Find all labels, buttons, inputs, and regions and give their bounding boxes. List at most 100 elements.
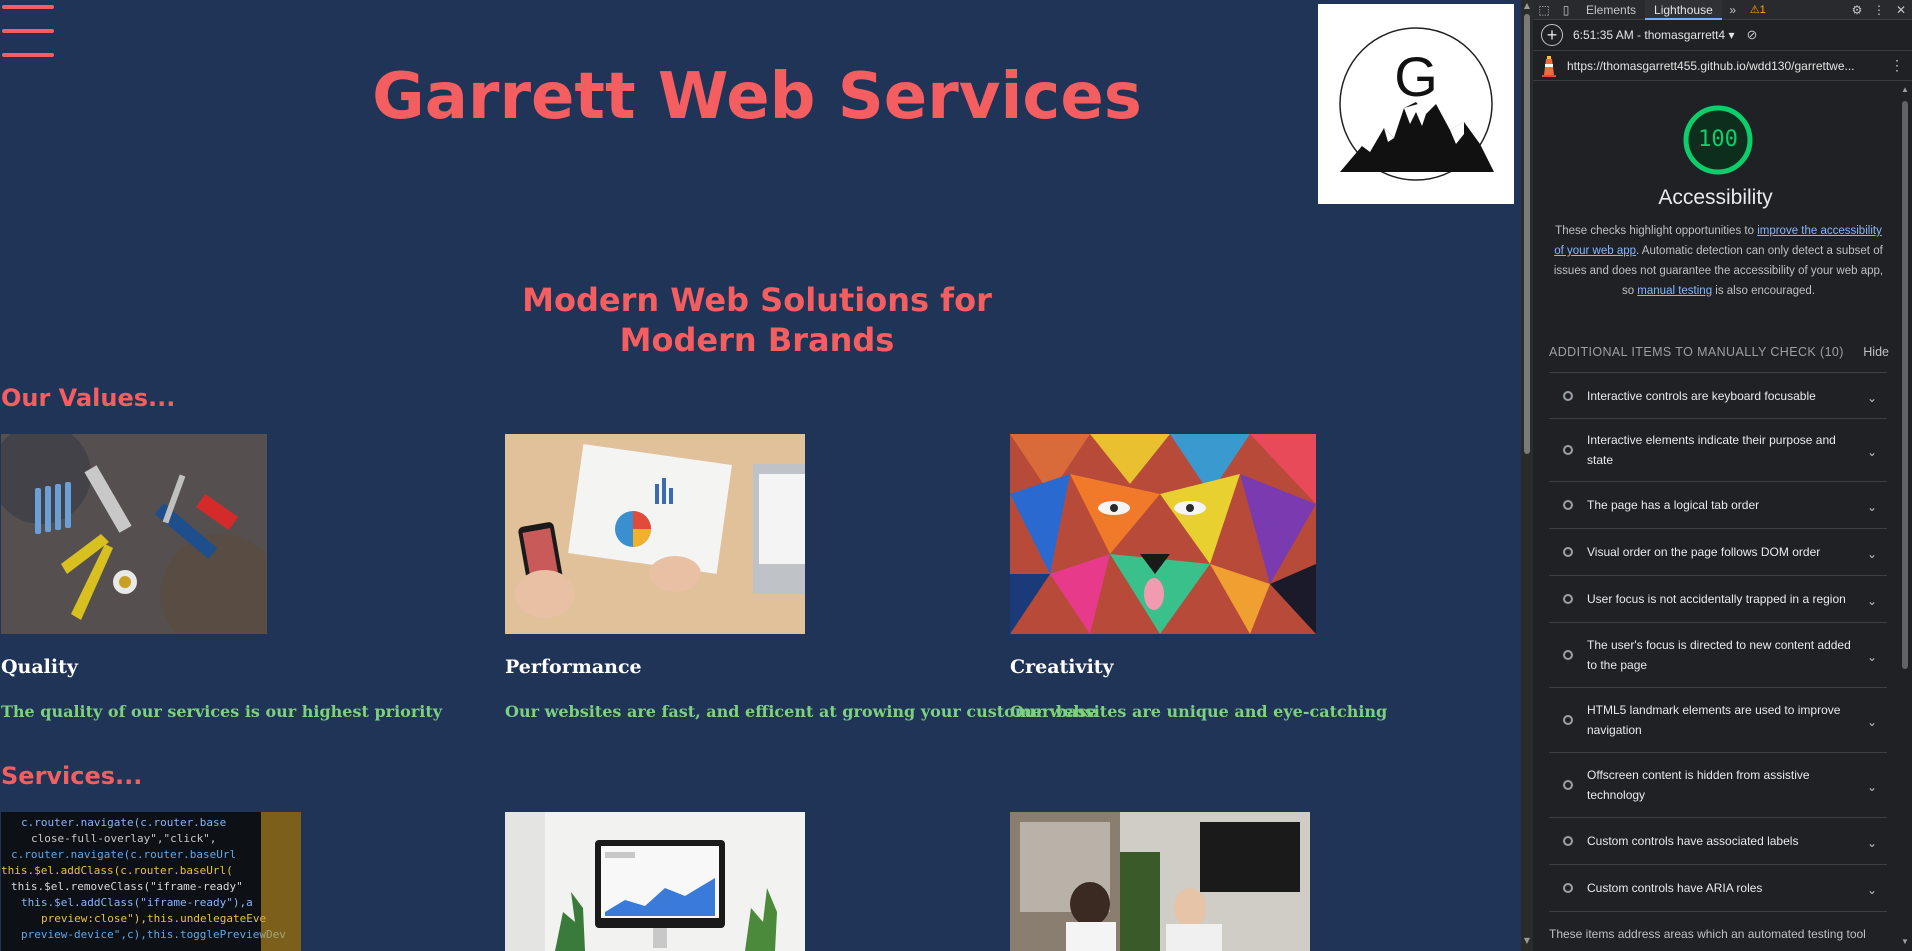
devtools-panel: ⬚ ▯ Elements Lighthouse » ⚠1 ⚙ ⋮ ✕ + 6:5… — [1533, 0, 1912, 951]
warning-badge[interactable]: ⚠1 — [1750, 3, 1766, 16]
tagline-line: Modern Web Solutions for — [522, 281, 992, 319]
chevron-down-icon: ⌄ — [1866, 445, 1877, 459]
chevron-down-icon: ⌄ — [1866, 836, 1877, 850]
code-image: c.router.navigate(c.router.base close-fu… — [1, 812, 301, 951]
audit-item[interactable]: Custom controls have associated labels ⌄ — [1549, 818, 1887, 865]
audit-label: Custom controls have ARIA roles — [1587, 881, 1763, 895]
audit-label: Offscreen content is hidden from assisti… — [1587, 768, 1810, 802]
dropdown-caret-icon: ▾ — [1728, 28, 1735, 42]
services-heading: Services... — [1, 762, 143, 790]
accessibility-score: 100 — [1698, 127, 1738, 152]
scroll-up-arrow-icon[interactable]: ▲ — [1523, 2, 1531, 10]
audit-item[interactable]: The user's focus is directed to new cont… — [1549, 623, 1887, 688]
warning-icon: ⚠ — [1749, 4, 1760, 16]
settings-gear-icon[interactable]: ⚙ — [1846, 0, 1868, 20]
code-line: c.router.navigate(c.router.baseUrl — [11, 848, 236, 861]
close-devtools-icon[interactable]: ✕ — [1890, 0, 1912, 20]
lighthouse-report: 100 Accessibility These checks highlight… — [1533, 83, 1898, 951]
new-report-plus-icon[interactable]: + — [1541, 24, 1563, 46]
value-text-performance: Our websites are fast, and efficent at g… — [505, 702, 1097, 721]
lighthouse-toolbar: + 6:51:35 AM - thomasgarrett4 ▾ ⊘ — [1533, 20, 1912, 51]
page-scrollbar-thumb[interactable] — [1524, 14, 1530, 454]
manual-check-header: ADDITIONAL ITEMS TO MANUALLY CHECK (10) … — [1549, 345, 1889, 359]
audit-label: Custom controls have associated labels — [1587, 834, 1799, 848]
chevron-down-icon: ⌄ — [1866, 883, 1877, 897]
audit-item[interactable]: Interactive elements indicate their purp… — [1549, 419, 1887, 482]
chevron-down-icon: ⌄ — [1866, 594, 1877, 608]
report-selector[interactable]: 6:51:35 AM - thomasgarrett4 ▾ — [1573, 28, 1734, 42]
hide-toggle[interactable]: Hide — [1863, 345, 1889, 359]
audit-item[interactable]: User focus is not accidentally trapped i… — [1549, 576, 1887, 623]
desc-text: is also encouraged. — [1712, 285, 1816, 297]
tab-elements[interactable]: Elements — [1577, 0, 1645, 20]
manual-audit-circle-icon — [1563, 836, 1573, 846]
chevron-down-icon: ⌄ — [1866, 390, 1877, 405]
chevron-down-icon: ⌄ — [1866, 650, 1877, 664]
audit-item[interactable]: Visual order on the page follows DOM ord… — [1549, 529, 1887, 576]
device-toolbar-icon[interactable]: ▯ — [1555, 0, 1577, 20]
audit-label: Interactive controls are keyboard focusa… — [1587, 388, 1816, 403]
audit-item[interactable]: The page has a logical tab order ⌄ — [1549, 482, 1887, 529]
code-line: c.router.navigate(c.router.base — [21, 816, 226, 829]
clear-reports-icon[interactable]: ⊘ — [1746, 27, 1757, 43]
scroll-down-arrow-icon[interactable]: ▼ — [1901, 937, 1909, 946]
code-line: this.$el.addClass("iframe-ready"),a — [21, 896, 253, 909]
page-scrollbar[interactable]: ▲ ▼ — [1521, 0, 1533, 951]
devtools-scrollbar-thumb[interactable] — [1902, 101, 1908, 669]
manual-audit-circle-icon — [1563, 500, 1573, 510]
devtools-scrollbar[interactable]: ▲ ▼ — [1898, 83, 1912, 951]
report-url[interactable]: https://thomasgarrett455.github.io/wdd13… — [1567, 59, 1869, 73]
audit-label: The user's focus is directed to new cont… — [1587, 638, 1851, 672]
audit-item[interactable]: HTML5 landmark elements are used to impr… — [1549, 688, 1887, 753]
audit-label: Visual order on the page follows DOM ord… — [1587, 545, 1821, 559]
report-url-bar: https://thomasgarrett455.github.io/wdd13… — [1533, 51, 1912, 81]
manual-audit-circle-icon — [1563, 650, 1573, 660]
hamburger-menu-icon[interactable] — [2, 4, 54, 58]
mountain-logo-icon: G — [1339, 27, 1494, 181]
chevron-down-icon: ⌄ — [1866, 547, 1877, 561]
tab-lighthouse[interactable]: Lighthouse — [1645, 0, 1722, 20]
website-viewport: Garrett Web Services G Modern Web Soluti… — [0, 0, 1521, 951]
manual-audit-circle-icon — [1563, 715, 1573, 725]
value-text-creativity: Our websites are unique and eye-catching — [1010, 702, 1388, 721]
meeting-image — [1010, 812, 1310, 951]
value-text-quality: The quality of our services is our highe… — [1, 702, 443, 721]
manual-audit-list: Interactive controls are keyboard focusa… — [1549, 372, 1887, 912]
audit-label: HTML5 landmark elements are used to impr… — [1587, 703, 1841, 737]
manual-audit-circle-icon — [1563, 594, 1573, 604]
category-title: Accessibility — [1658, 186, 1773, 209]
kebab-menu-icon[interactable]: ⋮ — [1868, 0, 1890, 20]
chevron-down-icon: ⌄ — [1866, 500, 1877, 514]
code-line: this.$el.removeClass("iframe-ready" — [11, 880, 243, 893]
tagline-line: Modern Brands — [619, 321, 895, 359]
warning-count: 1 — [1759, 4, 1766, 16]
values-heading: Our Values... — [1, 384, 176, 412]
devtools-tab-bar: ⬚ ▯ Elements Lighthouse » ⚠1 ⚙ ⋮ ✕ — [1533, 0, 1912, 20]
chevron-down-icon: ⌄ — [1866, 715, 1877, 729]
audit-item[interactable]: Interactive controls are keyboard focusa… — [1549, 373, 1887, 419]
mural-image — [1010, 434, 1316, 634]
category-description: These checks highlight opportunities to … — [1549, 221, 1888, 301]
manual-items-footer: These items address areas which an autom… — [1549, 927, 1866, 941]
analytics-image — [505, 434, 805, 634]
code-line: preview-device",c),this.togglePreviewDev — [21, 928, 286, 941]
audit-item[interactable]: Offscreen content is hidden from assisti… — [1549, 753, 1887, 818]
manual-check-title: ADDITIONAL ITEMS TO MANUALLY CHECK (10) — [1549, 345, 1844, 359]
hamburger-bar — [2, 5, 54, 9]
chevron-down-icon: ⌄ — [1866, 780, 1877, 794]
audit-label: Interactive elements indicate their purp… — [1587, 433, 1836, 467]
manual-audit-circle-icon — [1563, 445, 1573, 455]
manual-testing-link[interactable]: manual testing — [1637, 285, 1712, 297]
manual-audit-circle-icon — [1563, 780, 1573, 790]
code-line: close-full-overlay","click", — [31, 832, 216, 845]
more-tabs-icon[interactable]: » — [1722, 0, 1744, 20]
scroll-down-arrow-icon[interactable]: ▼ — [1523, 937, 1531, 945]
inspect-element-icon[interactable]: ⬚ — [1533, 0, 1555, 20]
url-menu-kebab-icon[interactable]: ⋮ — [1890, 57, 1904, 74]
code-line: preview:close"),this.undelegateEve — [41, 912, 266, 925]
audit-item[interactable]: Custom controls have ARIA roles ⌄ — [1549, 865, 1887, 912]
scroll-up-arrow-icon[interactable]: ▲ — [1901, 85, 1909, 94]
tagline: Modern Web Solutions for Modern Brands — [0, 280, 1514, 360]
site-logo[interactable]: G — [1318, 4, 1514, 204]
report-selector-label: 6:51:35 AM - thomasgarrett4 — [1573, 28, 1726, 42]
